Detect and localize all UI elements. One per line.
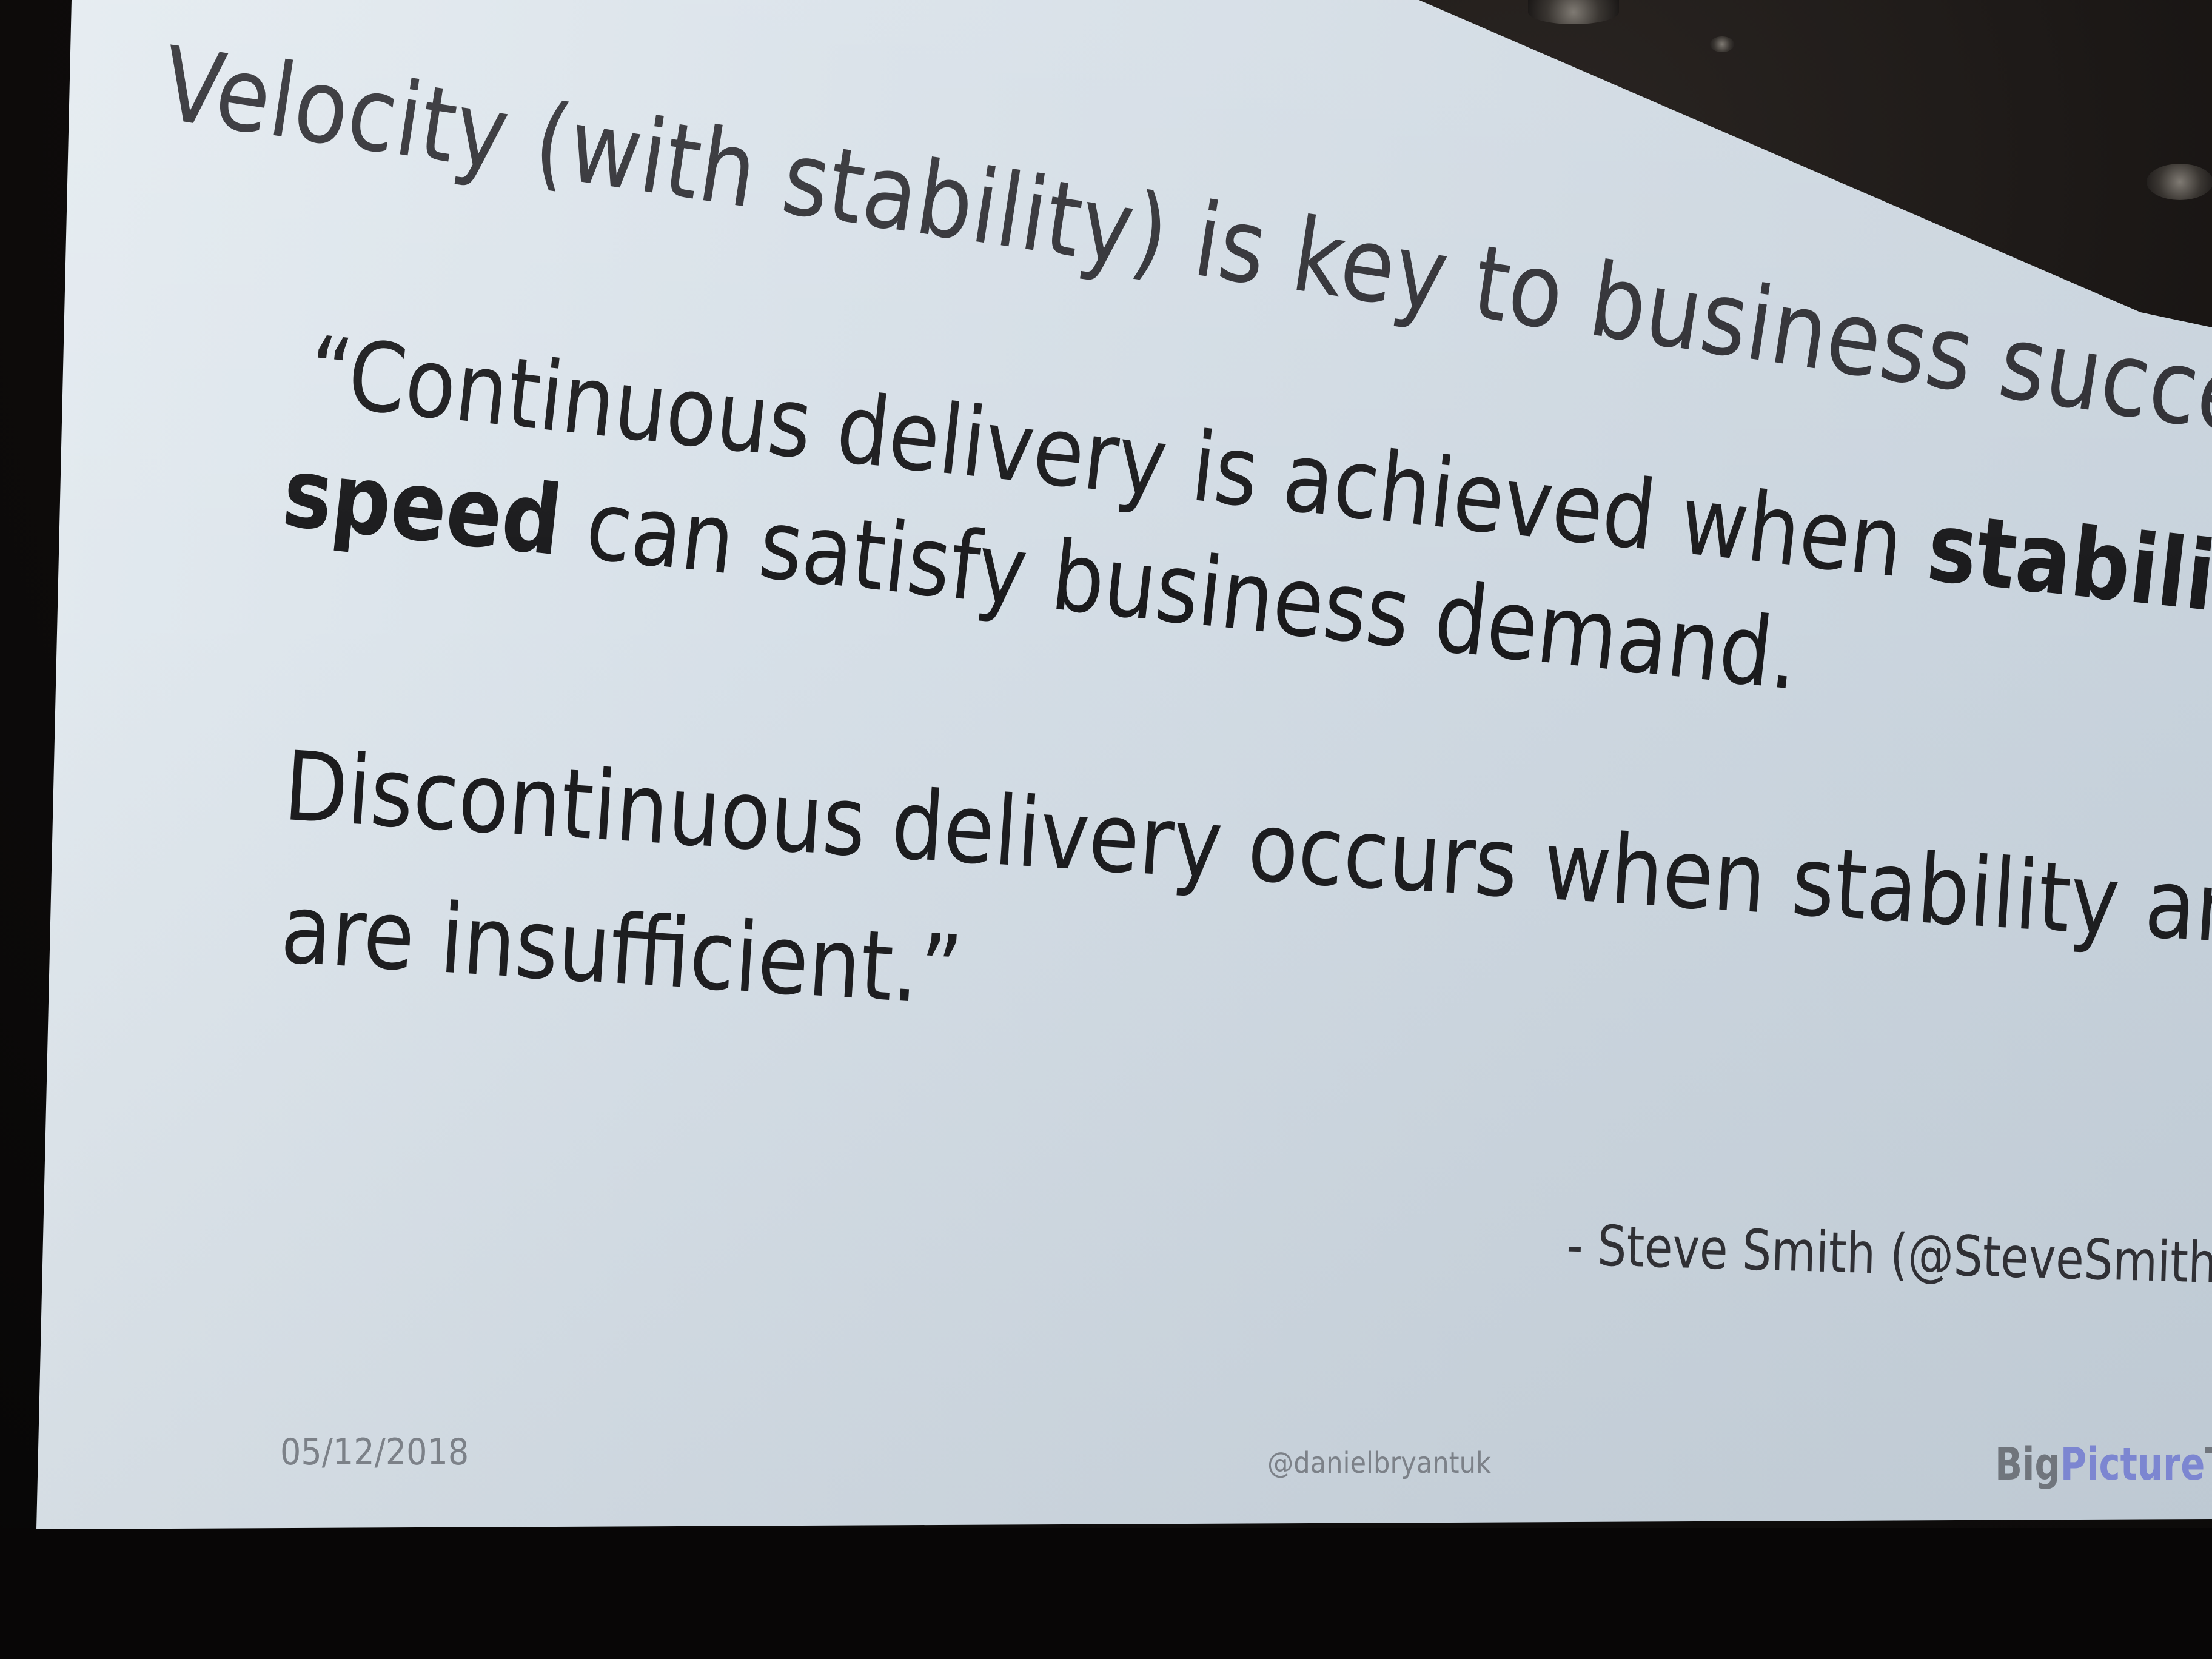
quote-text: “Continuous delivery is achieved when [303,315,1935,602]
ceiling-light [1528,0,1619,24]
quote-line-2: speed can satisfy business demand. [278,437,1804,712]
footer-logo: BigPictureTech [1995,1438,2212,1490]
ceiling-light [2147,164,2212,200]
logo-part: Picture [2060,1438,2205,1490]
ceiling-light [1710,36,1734,52]
quote-bold-stability: stability [1922,491,2212,643]
quote-text: can satisfy business demand. [555,466,1804,712]
stage-dark-area [0,1528,2212,1659]
quote-line-4: are insufficient.” [278,873,965,1028]
quote-bold-speed: speed [278,437,568,578]
photo-scene: Velocity (with stability) is key to busi… [0,0,2212,1659]
footer-handle: @danielbryantuk [1267,1446,1491,1480]
slide-title: Velocity (with stability) is key to busi… [155,24,2212,472]
quote-attribution: - Steve Smith (@SteveSmithCD) [1566,1213,2212,1298]
projected-slide: Velocity (with stability) is key to busi… [0,0,2212,1529]
logo-part: Big [1995,1438,2060,1490]
quote-line-3: Discontinuous delivery occurs when stabi… [281,731,2212,986]
quote-line-1: “Continuous delivery is achieved when st… [303,315,2212,663]
footer-date: 05/12/2018 [280,1431,469,1473]
logo-part: Tech [2205,1438,2212,1490]
